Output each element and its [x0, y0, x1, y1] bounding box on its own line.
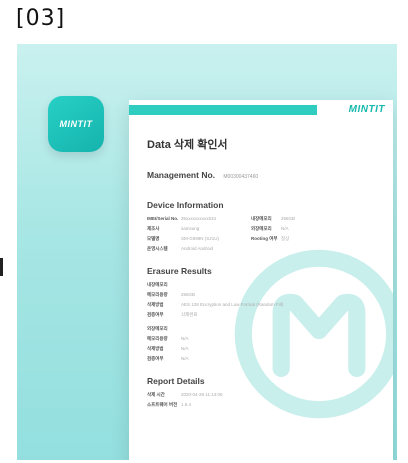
device-table: IMEI/Serial No. 35xxxxxxxxxx534 내장메모리 25… [147, 216, 377, 252]
device-value [281, 246, 321, 252]
erasure-group: 내장메모리 메모리용량 256GB 삭제방법 AES 128 Encryptio… [147, 282, 377, 318]
device-value: 256GB [281, 216, 296, 221]
report-heading: Report Details [147, 376, 205, 386]
management-label: Management No. [147, 170, 216, 180]
report-value: 2020-04-28 11:14:06 [181, 392, 223, 397]
erasure-value: AES 128 Encryption and Low Format (Rando… [181, 302, 284, 307]
erasure-value: 256GB [181, 292, 196, 297]
erasure-key: 삭제방법 [147, 346, 164, 351]
erasure-key: 검증여부 [147, 312, 164, 317]
device-key: 외장메모리 [251, 226, 272, 231]
erasure-group: 외장메모리 메모리용량 N/A 삭제방법 N/A 검증여부 N/A [147, 326, 377, 362]
report-rows: 삭제 시간 2020-04-28 11:14:06 소프트웨어 버전 1.6.4 [147, 392, 377, 408]
device-value: 정상 [281, 236, 290, 241]
erasure-rows: 메모리용량 256GB 삭제방법 AES 128 Encryption and … [147, 292, 377, 318]
doc-title: Data 삭제 확인서 [147, 139, 228, 151]
erasure-group-label: 외장메모리 [147, 326, 168, 331]
report-value: 1.6.4 [181, 402, 192, 407]
edge-marker [0, 258, 3, 276]
device-key: 제조사 [147, 226, 160, 231]
app-icon-text: MINTIT [59, 119, 93, 129]
device-key: 운영시스템 [147, 246, 168, 251]
erasure-value: 삭제완료 [181, 312, 198, 317]
device-value: 35xxxxxxxxxx534 [181, 216, 217, 221]
device-value: Android Android [181, 246, 214, 251]
doc-header-bar [129, 105, 317, 115]
erasure-key: 메모리용량 [147, 292, 168, 297]
erasure-value: N/A [181, 356, 189, 361]
app-icon: MINTIT [48, 96, 104, 152]
device-value: N/A [281, 226, 289, 231]
device-key: 모델명 [147, 236, 160, 241]
management-number: Management No. M00300437460 [147, 170, 377, 180]
device-key: 내장메모리 [251, 216, 272, 221]
doc-logo: MINTIT [348, 104, 385, 115]
management-value: M00300437460 [223, 174, 259, 180]
device-value: SM-G998N (S21U) [181, 236, 220, 241]
erasure-group-label: 내장메모리 [147, 282, 168, 287]
device-heading: Device Information [147, 200, 224, 210]
device-key [251, 246, 281, 252]
device-key: Rooting 여부 [251, 236, 278, 241]
device-value: samsung [181, 226, 200, 231]
certificate-document: MINTIT Data 삭제 확인서 Management No. M00300… [129, 100, 393, 460]
erasure-value: N/A [181, 346, 189, 351]
erasure-heading: Erasure Results [147, 266, 212, 276]
device-key: IMEI/Serial No. [147, 216, 179, 221]
report-key: 삭제 시간 [147, 392, 165, 397]
erasure-key: 검증여부 [147, 356, 164, 361]
erasure-key: 메모리용량 [147, 336, 168, 341]
preview-panel: MINTIT MINTIT Data 삭제 확인서 Management No.… [17, 44, 397, 460]
erasure-key: 삭제방법 [147, 302, 164, 307]
step-label: [03] [16, 6, 66, 31]
erasure-value: N/A [181, 336, 189, 341]
report-key: 소프트웨어 버전 [147, 402, 178, 407]
erasure-rows: 메모리용량 N/A 삭제방법 N/A 검증여부 N/A [147, 336, 377, 362]
